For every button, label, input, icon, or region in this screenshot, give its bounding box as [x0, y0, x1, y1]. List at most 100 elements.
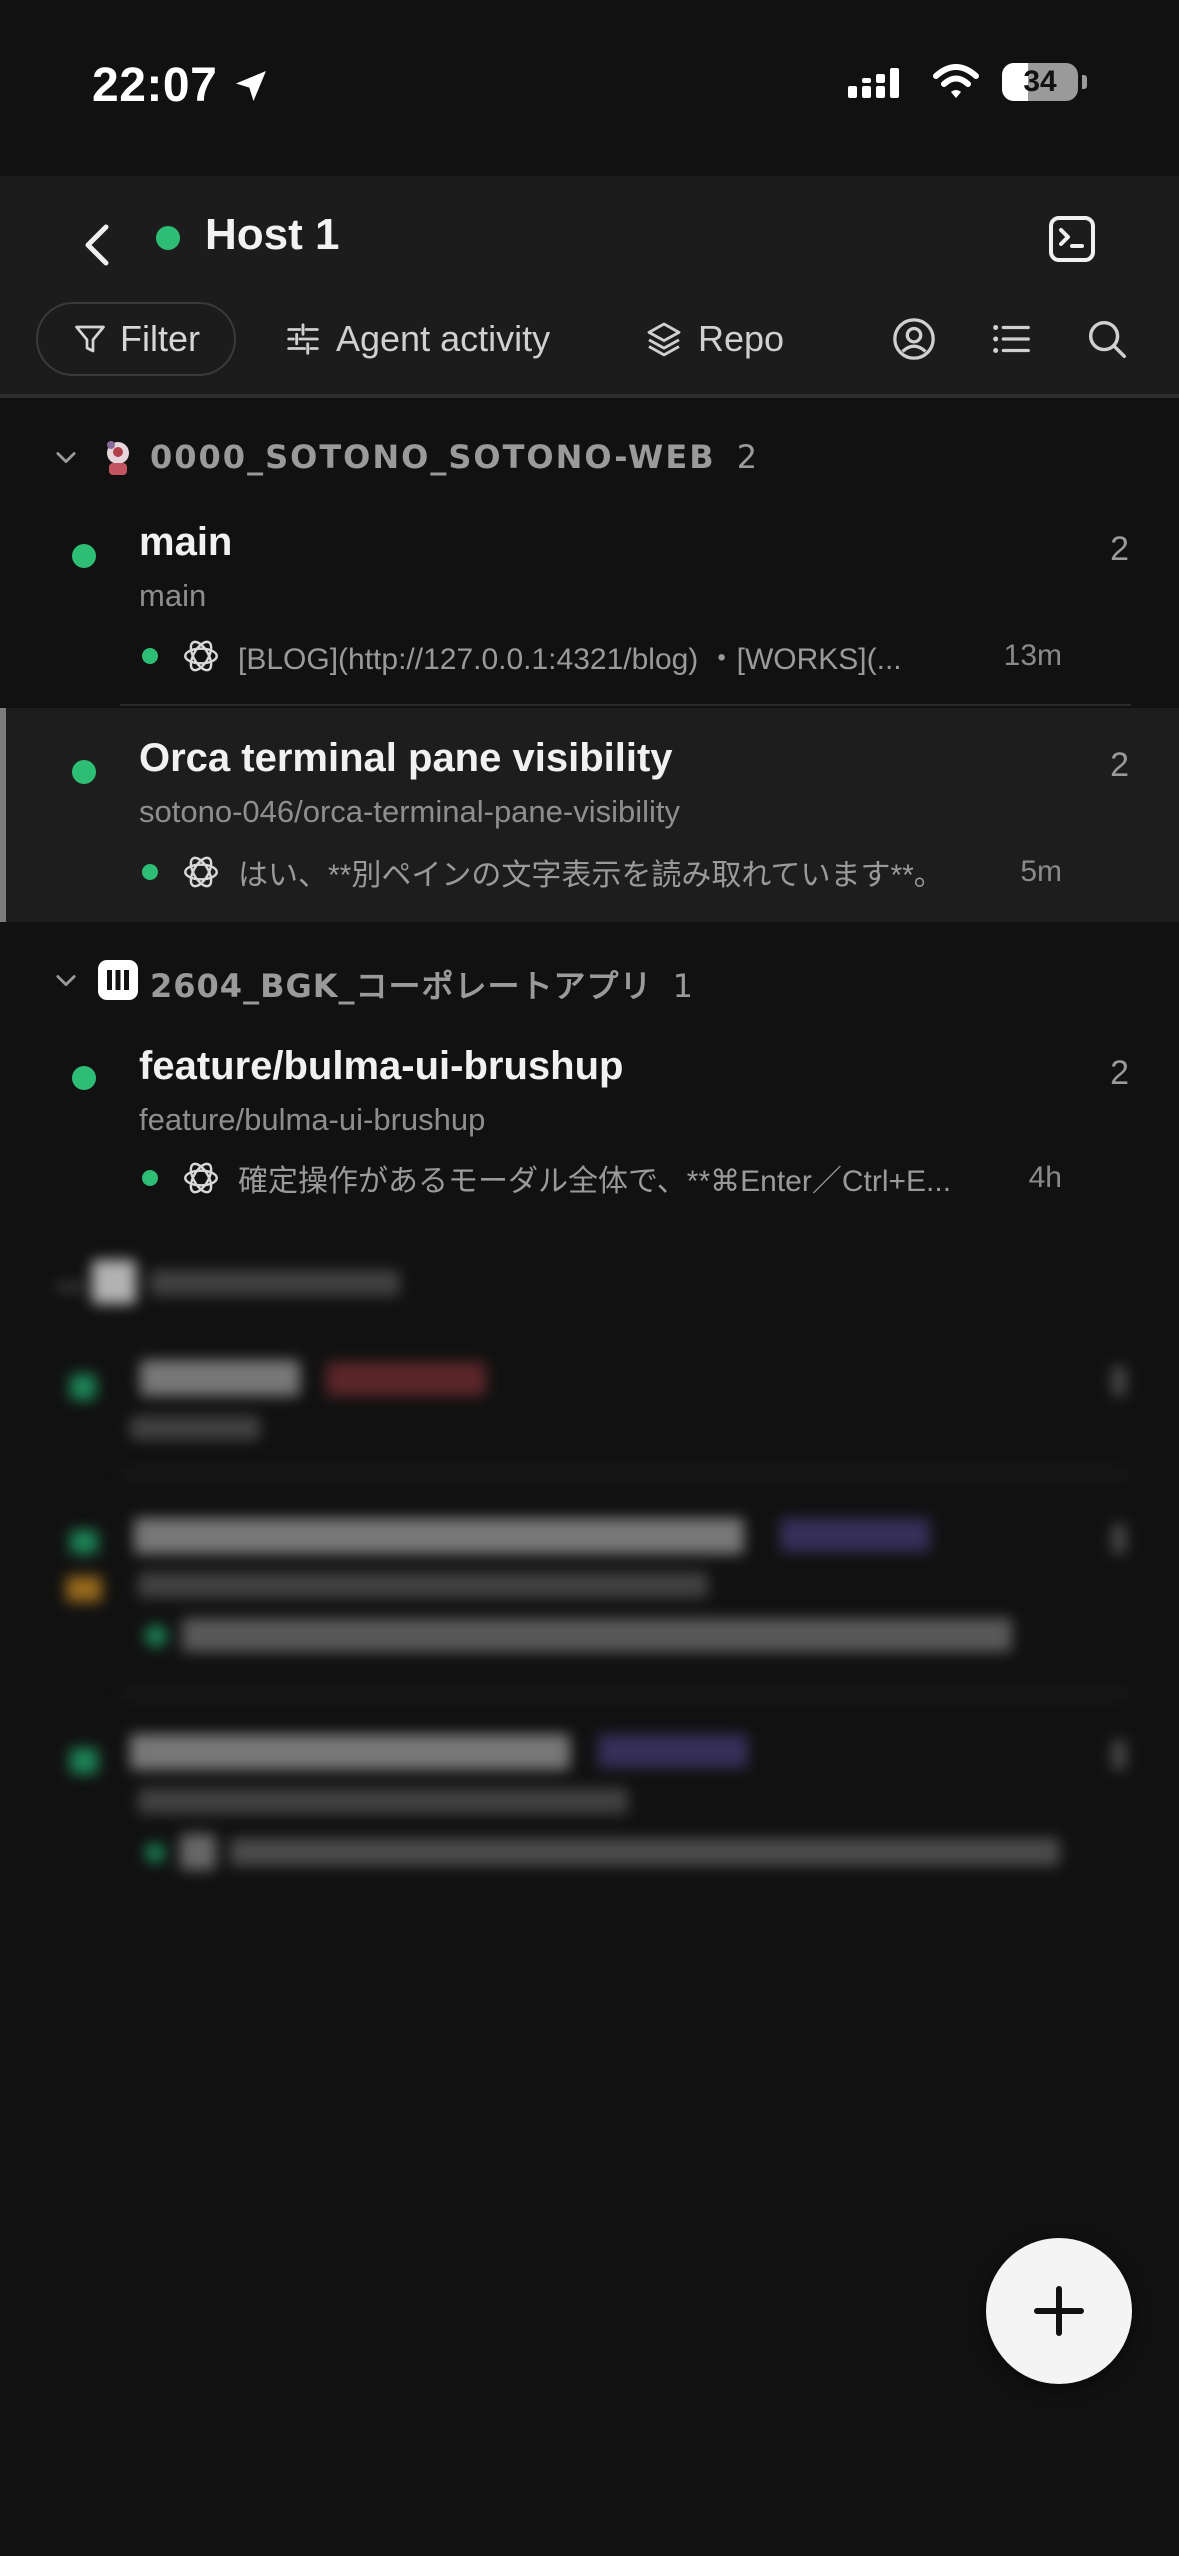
account-button[interactable] — [883, 308, 945, 370]
selected-accent — [0, 708, 6, 922]
cellular-signal-icon — [848, 68, 899, 98]
activity-time: 4h — [1028, 1161, 1062, 1194]
obscured-block — [120, 1692, 1130, 1696]
agent-activity-button[interactable]: Agent activity — [284, 302, 550, 376]
row-title: main — [139, 520, 233, 564]
plus-icon — [1034, 2286, 1084, 2336]
battery-level: 34 — [1023, 65, 1057, 98]
obscured-block — [70, 1530, 98, 1554]
search-button[interactable] — [1076, 308, 1138, 370]
group-header-bgk[interactable]: 2604_BGK_コーポレートアプリ 1 — [0, 945, 1179, 1015]
obscured-block — [138, 1788, 628, 1814]
battery-indicator: 34 — [1002, 63, 1078, 101]
obscured-block — [66, 1576, 102, 1602]
group-name: 2604_BGK_コーポレートアプリ 1 — [150, 961, 693, 1007]
row-status-dot — [72, 544, 96, 568]
obscured-block — [146, 1844, 164, 1862]
filter-label: Filter — [120, 318, 200, 359]
back-button[interactable] — [72, 210, 122, 280]
user-circle-icon — [893, 318, 935, 360]
obscured-block — [1112, 1524, 1126, 1554]
group-name: 0000_SOTONO_SOTONO-WEB 2 — [150, 438, 757, 476]
activity-time: 13m — [1003, 639, 1062, 672]
status-bar: 22:07 34 — [0, 0, 1179, 176]
row-activity: はい、**別ペインの文字表示を読み取れています**。 5m — [142, 850, 1062, 894]
list-icon — [993, 325, 1030, 353]
row-status-dot — [72, 760, 96, 784]
obscured-block — [130, 1416, 260, 1440]
row-count: 2 — [1110, 530, 1129, 568]
obscured-block — [598, 1734, 748, 1768]
obscured-block — [326, 1362, 486, 1396]
obscured-block — [230, 1838, 1060, 1866]
row-status-dot — [72, 1066, 96, 1090]
chevron-left-icon — [85, 224, 109, 266]
openai-icon — [184, 1162, 218, 1194]
search-icon — [1088, 320, 1126, 358]
obscured-block — [182, 1618, 1012, 1652]
obscured-block — [56, 1284, 86, 1290]
sliders-icon — [287, 323, 319, 355]
list-item-orca[interactable]: Orca terminal pane visibility 2 sotono-0… — [0, 708, 1179, 922]
row-count: 2 — [1110, 1054, 1129, 1092]
filter-button[interactable]: Filter — [36, 302, 236, 376]
obscured-block — [92, 1260, 136, 1304]
agent-activity-label: Agent activity — [336, 318, 551, 359]
status-time-text: 22:07 — [92, 59, 218, 112]
status-time: 22:07 — [92, 58, 271, 113]
app-header: Host 1 Filter Agent activity Repo — [0, 176, 1179, 398]
row-divider — [120, 704, 1131, 706]
activity-text: はい、**別ペインの文字表示を読み取れています**。 — [238, 859, 944, 892]
filter-toolbar: Filter Agent activity Repo — [0, 302, 1179, 380]
filter-icon — [75, 325, 105, 353]
location-arrow-icon — [236, 70, 267, 101]
group-name-text: 0000_SOTONO_SOTONO-WEB — [150, 438, 716, 476]
repo-label: Repo — [698, 318, 785, 359]
obscured-block — [1112, 1740, 1126, 1770]
group-count: 2 — [736, 438, 758, 476]
activity-status-dot — [142, 1170, 158, 1186]
repo-avatar-icon — [98, 960, 138, 1000]
activity-status-dot — [142, 648, 158, 664]
terminal-button[interactable] — [1041, 208, 1103, 270]
obscured-block — [1112, 1366, 1126, 1396]
obscured-block — [138, 1572, 708, 1598]
host-title: Host 1 — [205, 210, 340, 259]
obscured-block — [70, 1748, 98, 1774]
group-name-text: 2604_BGK_コーポレートアプリ — [150, 967, 653, 1005]
group-header-sotono[interactable]: 0000_SOTONO_SOTONO-WEB 2 — [0, 422, 1179, 492]
terminal-icon — [1049, 216, 1095, 262]
battery-tip — [1082, 75, 1087, 89]
chevron-down-icon — [56, 452, 76, 464]
openai-icon — [184, 640, 218, 672]
row-activity: [BLOG](http://127.0.0.1:4321/blog) ・[WOR… — [142, 634, 1062, 678]
obscured-block — [130, 1734, 570, 1770]
obscured-block — [134, 1518, 744, 1554]
obscured-block — [780, 1518, 930, 1552]
repo-button[interactable]: Repo — [644, 302, 784, 376]
activity-time: 5m — [1020, 855, 1062, 888]
row-title: feature/bulma-ui-brushup — [139, 1044, 624, 1088]
obscured-block — [140, 1360, 300, 1396]
activity-status-dot — [142, 864, 158, 880]
row-branch: main — [139, 578, 207, 613]
obscured-block — [146, 1626, 166, 1646]
chevron-down-icon — [56, 975, 76, 987]
row-title: Orca terminal pane visibility — [139, 736, 673, 780]
group-count: 1 — [672, 967, 694, 1005]
openai-icon — [184, 856, 218, 888]
status-indicators: 34 — [846, 62, 1087, 102]
row-activity: 確定操作があるモーダル全体で、**⌘Enter／Ctrl+E... 4h — [142, 1156, 1062, 1200]
layers-icon — [647, 322, 681, 357]
list-item-bulma[interactable]: feature/bulma-ui-brushup 2 feature/bulma… — [0, 1030, 1179, 1210]
header-divider — [0, 394, 1179, 398]
obscured-block — [120, 1472, 1130, 1476]
list-view-button[interactable] — [980, 308, 1042, 370]
wifi-icon — [933, 64, 979, 98]
list-item-main[interactable]: main 2 main [BLOG](http://127.0.0.1:4321… — [0, 502, 1179, 706]
host-status-dot — [156, 226, 180, 250]
obscured-block — [150, 1270, 400, 1296]
activity-text: 確定操作があるモーダル全体で、**⌘Enter／Ctrl+E... — [238, 1165, 952, 1198]
add-button[interactable] — [986, 2238, 1132, 2384]
obscured-block — [180, 1834, 216, 1870]
